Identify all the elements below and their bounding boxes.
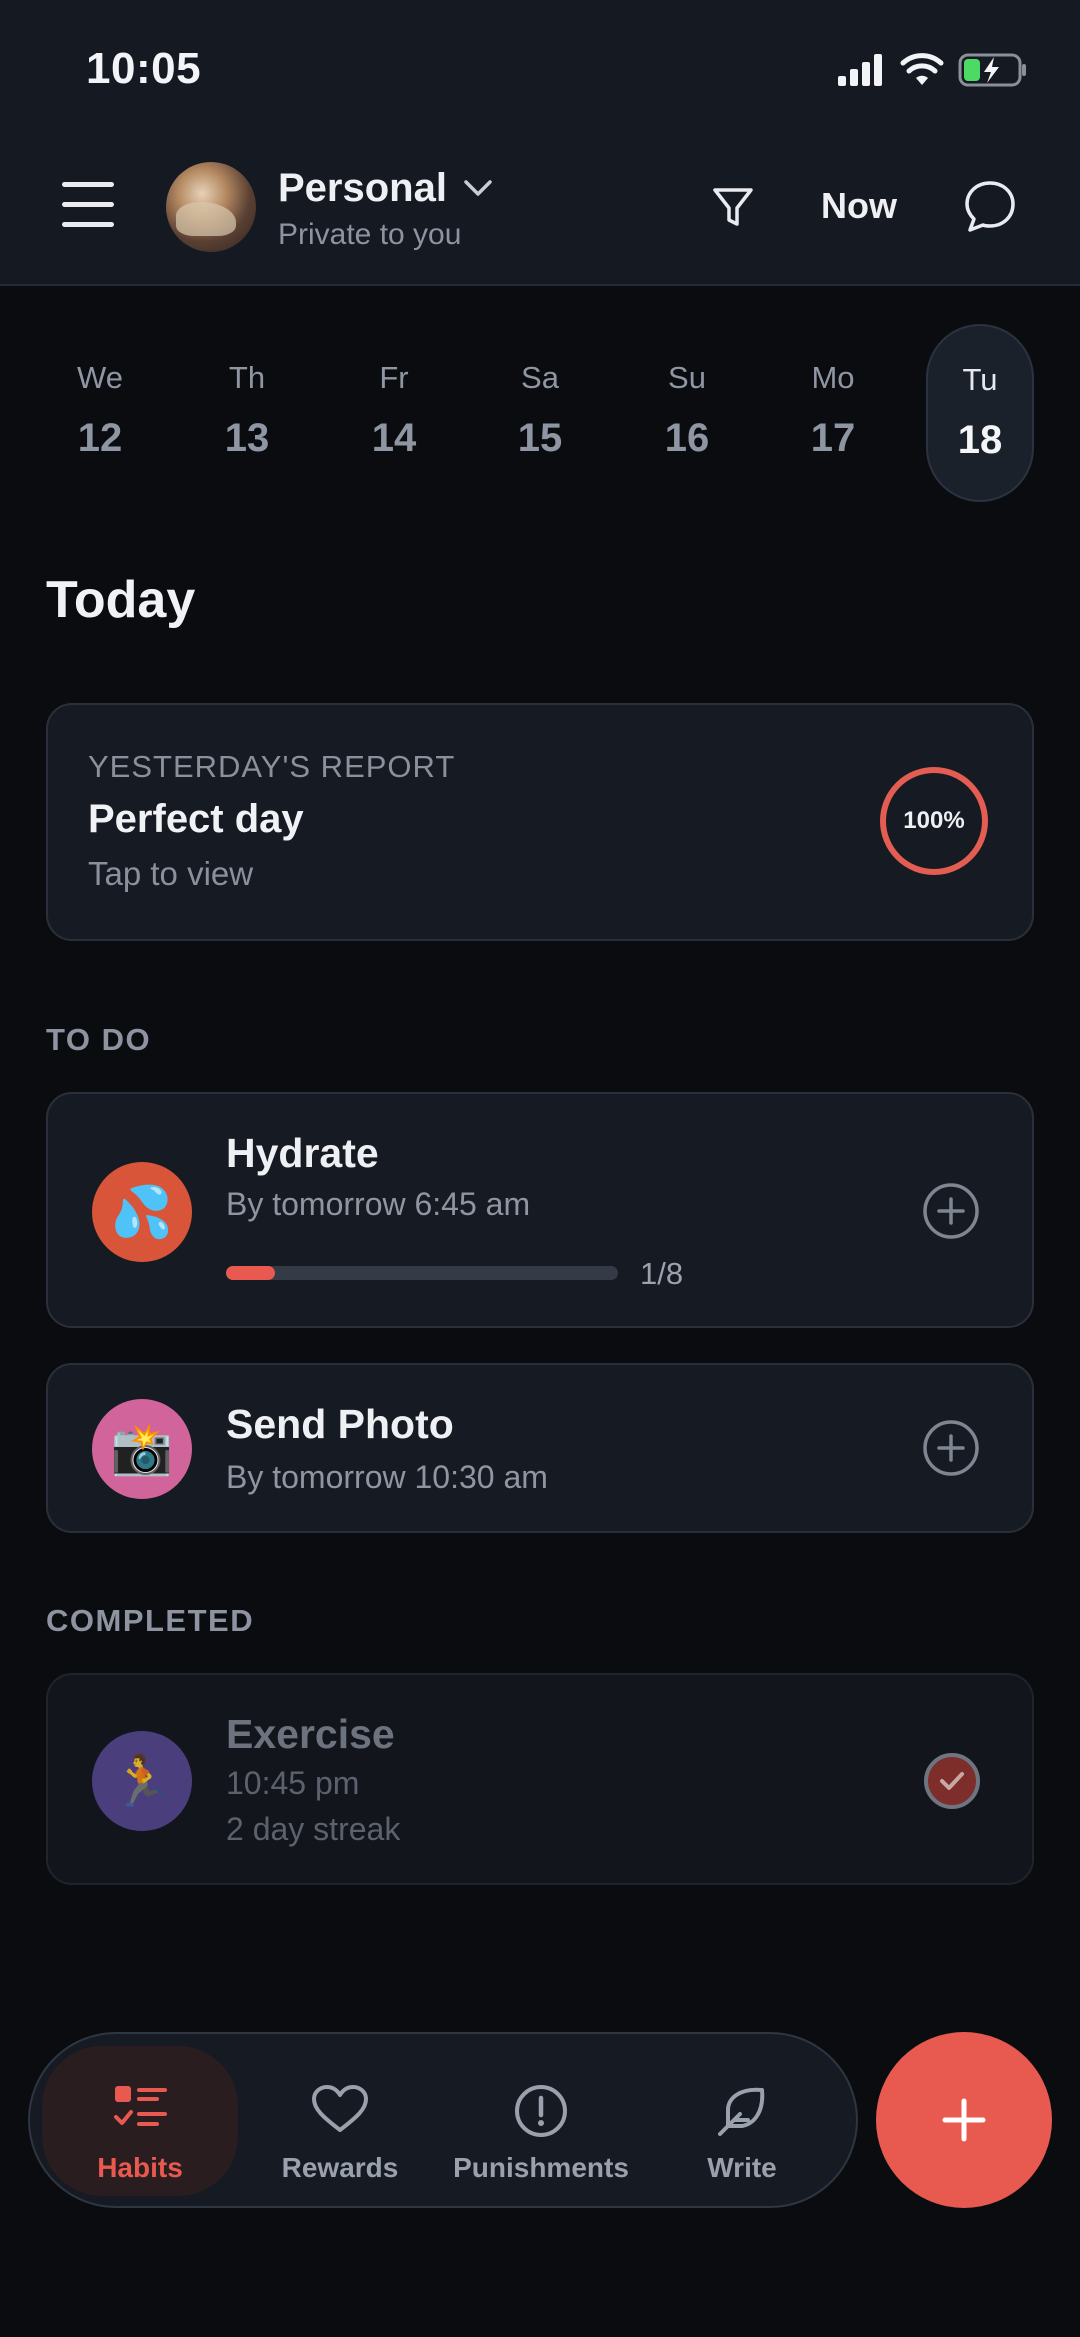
report-title: Perfect day [88,797,304,841]
check-icon [940,1772,964,1790]
day-number: 16 [664,416,710,460]
workspace-name[interactable]: Personal [278,166,447,211]
day-abbr: Tu [962,362,998,397]
alert-icon [515,2085,567,2137]
day-we[interactable]: We 12 [46,324,154,502]
day-number: 15 [517,416,563,460]
status-icons [838,50,1028,90]
day-tu-selected[interactable]: Tu 18 [926,324,1034,502]
droplets-icon: 💦 [92,1162,192,1262]
nav-write[interactable]: Write [644,2046,840,2196]
report-label: YESTERDAY'S REPORT [88,749,456,784]
chat-icon[interactable] [962,178,1018,234]
habit-card-send-photo[interactable]: 📸 Send Photo By tomorrow 10:30 am [46,1363,1034,1533]
completed-check-button[interactable] [924,1753,980,1809]
menu-icon[interactable] [62,182,114,228]
habit-due: By tomorrow 6:45 am [226,1186,531,1222]
todo-section-label: TO DO [46,1022,152,1057]
completion-ring: 100% [880,767,988,875]
day-abbr: Sa [521,360,559,395]
day-abbr: Su [668,360,706,395]
habit-streak: 2 day streak [226,1811,401,1847]
bottom-nav: Habits Rewards Punishments Write [28,2032,858,2208]
nav-label: Rewards [281,2152,399,2183]
habits-icon [114,2086,167,2126]
report-subtitle: Tap to view [88,855,254,892]
day-sa[interactable]: Sa 15 [486,324,594,502]
add-habit-button[interactable] [876,2032,1052,2208]
habit-time: 10:45 pm [226,1765,360,1801]
signal-icon [838,54,882,86]
report-card[interactable]: YESTERDAY'S REPORT Perfect day Tap to vi… [46,703,1034,941]
status-time: 10:05 [86,44,202,93]
habit-card-hydrate[interactable]: 💦 Hydrate By tomorrow 6:45 am 1/8 [46,1092,1034,1328]
day-number: 17 [810,416,856,460]
progress-fill [226,1266,275,1280]
completed-section-label: COMPLETED [46,1603,255,1638]
plus-icon [942,2098,986,2142]
habit-name: Hydrate [226,1130,379,1176]
day-abbr: We [77,360,123,395]
top-bar: 10:05 Personal Private to you Now [0,0,1080,286]
habit-name: Exercise [226,1711,395,1757]
day-fr[interactable]: Fr 14 [340,324,448,502]
day-su[interactable]: Su 16 [633,324,741,502]
workspace-subtitle: Private to you [278,218,462,251]
habit-name: Send Photo [226,1401,454,1447]
camera-flash-icon: 📸 [92,1399,192,1499]
day-abbr: Th [228,360,266,395]
add-progress-button[interactable] [922,1419,980,1477]
day-th[interactable]: Th 13 [193,324,301,502]
habit-card-exercise[interactable]: 🏃 Exercise 10:45 pm 2 day streak [46,1673,1034,1885]
day-abbr: Fr [379,360,409,395]
chevron-down-icon[interactable] [462,176,494,200]
feather-icon [718,2087,765,2136]
now-button[interactable]: Now [821,185,897,227]
nav-label: Write [707,2152,777,2183]
nav-habits[interactable]: Habits [42,2046,238,2196]
day-number: 13 [224,416,270,460]
day-mo[interactable]: Mo 17 [779,324,887,502]
filter-icon[interactable] [710,184,756,230]
day-number: 14 [371,416,417,460]
battery-charging-icon [958,53,1026,87]
page-title: Today [46,571,196,629]
nav-rewards[interactable]: Rewards [242,2046,438,2196]
progress-count: 1/8 [640,1256,684,1291]
day-number: 12 [77,416,123,460]
habit-due: By tomorrow 10:30 am [226,1459,548,1495]
add-progress-button[interactable] [922,1182,980,1240]
nav-label: Habits [97,2152,183,2183]
progress-bar [226,1266,618,1280]
heart-icon [312,2085,368,2132]
nav-punishments[interactable]: Punishments [443,2046,639,2196]
day-abbr: Mo [811,360,855,395]
nav-label: Punishments [453,2152,629,2183]
avatar[interactable] [166,162,256,252]
day-number: 18 [957,418,1003,462]
runner-icon: 🏃 [92,1731,192,1831]
wifi-icon [900,53,944,85]
